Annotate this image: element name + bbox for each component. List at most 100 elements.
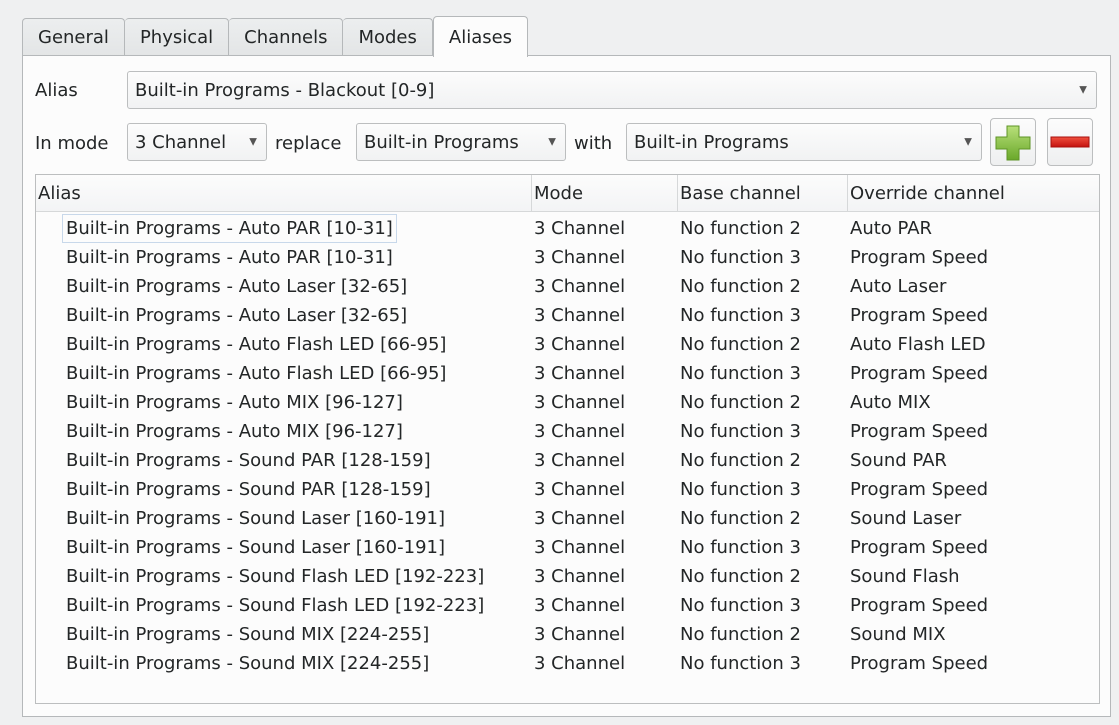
alias-cell-text: Built-in Programs - Auto MIX [96-127] [66, 421, 403, 442]
base-channel-cell: No function 2 [678, 508, 848, 529]
mode-cell: 3 Channel [532, 305, 678, 326]
table-row[interactable]: Built-in Programs - Auto MIX [96-127] 3 C… [36, 388, 1099, 417]
override-channel-cell: Sound Laser [848, 508, 1099, 529]
override-channel-cell: Program Speed [848, 537, 1099, 558]
mode-cell-text: 3 Channel [534, 218, 626, 239]
table-row[interactable]: Built-in Programs - Auto Laser [32-65] 3 … [36, 301, 1099, 330]
alias-cell: Built-in Programs - Auto Flash LED [66-9… [36, 334, 532, 355]
base-channel-cell-text: No function 3 [680, 537, 801, 558]
table-body: Built-in Programs - Auto PAR [10-31] 3 Ch… [36, 212, 1099, 678]
chevron-down-icon: ▼ [1079, 84, 1087, 96]
override-channel-cell: Auto MIX [848, 392, 1099, 413]
column-header-mode[interactable]: Mode [532, 175, 678, 211]
base-channel-cell: No function 3 [678, 421, 848, 442]
alias-cell: Built-in Programs - Sound Flash LED [192… [36, 566, 532, 587]
table-row[interactable]: Built-in Programs - Sound Flash LED [192… [36, 591, 1099, 620]
table-row[interactable]: Built-in Programs - Sound Flash LED [192… [36, 562, 1099, 591]
mode-cell-text: 3 Channel [534, 537, 626, 558]
alias-cell-text: Built-in Programs - Sound Flash LED [192… [66, 566, 485, 587]
alias-cell: Built-in Programs - Auto MIX [96-127] [36, 392, 532, 413]
with-select-value: Built-in Programs [634, 131, 789, 153]
remove-alias-button[interactable] [1047, 118, 1093, 166]
base-channel-cell-text: No function 2 [680, 334, 801, 355]
table-row[interactable]: Built-in Programs - Sound Laser [160-191… [36, 504, 1099, 533]
base-channel-cell: No function 2 [678, 218, 848, 239]
mode-select[interactable]: 3 Channel ▼ [127, 123, 267, 161]
table-row[interactable]: Built-in Programs - Auto PAR [10-31] 3 Ch… [36, 214, 1099, 243]
override-channel-cell: Program Speed [848, 305, 1099, 326]
mode-cell-text: 3 Channel [534, 305, 626, 326]
column-header-override-channel[interactable]: Override channel [848, 175, 1099, 211]
with-select[interactable]: Built-in Programs ▼ [626, 123, 982, 161]
override-channel-cell: Program Speed [848, 653, 1099, 674]
alias-cell-text: Built-in Programs - Auto Flash LED [66-9… [66, 363, 447, 384]
alias-cell-text: Built-in Programs - Auto Laser [32-65] [66, 305, 408, 326]
override-channel-cell-text: Program Speed [850, 363, 989, 384]
table-row[interactable]: Built-in Programs - Sound PAR [128-159] 3… [36, 475, 1099, 504]
override-channel-cell-text: Program Speed [850, 479, 989, 500]
override-channel-cell-text: Sound MIX [850, 624, 946, 645]
tab-physical[interactable]: Physical [124, 18, 230, 56]
alias-cell: Built-in Programs - Sound MIX [224-255] [36, 624, 532, 645]
override-channel-cell: Program Speed [848, 421, 1099, 442]
replace-select[interactable]: Built-in Programs ▼ [356, 123, 566, 161]
base-channel-cell-text: No function 3 [680, 479, 801, 500]
mode-cell-text: 3 Channel [534, 450, 626, 471]
alias-cell-text: Built-in Programs - Sound PAR [128-159] [66, 450, 431, 471]
base-channel-cell-text: No function 3 [680, 363, 801, 384]
tab-aliases[interactable]: Aliases [432, 16, 529, 57]
tab-general[interactable]: General [22, 18, 125, 56]
minus-icon [1050, 136, 1090, 148]
base-channel-cell: No function 2 [678, 624, 848, 645]
table-row[interactable]: Built-in Programs - Sound MIX [224-255] 3… [36, 649, 1099, 678]
alias-cell-text: Built-in Programs - Auto MIX [96-127] [66, 392, 403, 413]
mode-cell: 3 Channel [532, 566, 678, 587]
column-header-base-channel[interactable]: Base channel [678, 175, 848, 211]
mode-cell: 3 Channel [532, 421, 678, 442]
mode-cell-text: 3 Channel [534, 566, 626, 587]
alias-cell: Built-in Programs - Sound Laser [160-191… [36, 537, 532, 558]
base-channel-cell: No function 3 [678, 363, 848, 384]
mode-cell: 3 Channel [532, 595, 678, 616]
mode-cell: 3 Channel [532, 218, 678, 239]
override-channel-cell-text: Program Speed [850, 537, 989, 558]
aliases-table[interactable]: Alias Mode Base channel Override channel… [35, 174, 1100, 704]
alias-select-value: Built-in Programs - Blackout [0-9] [135, 79, 435, 101]
table-row[interactable]: Built-in Programs - Auto MIX [96-127] 3 C… [36, 417, 1099, 446]
tab-modes[interactable]: Modes [343, 18, 433, 56]
mode-cell: 3 Channel [532, 508, 678, 529]
override-channel-cell: Program Speed [848, 595, 1099, 616]
alias-cell-text: Built-in Programs - Sound Flash LED [192… [66, 595, 485, 616]
base-channel-cell: No function 2 [678, 566, 848, 587]
mode-select-value: 3 Channel [135, 131, 227, 153]
tab-bar: General Physical Channels Modes Aliases [22, 16, 529, 57]
override-channel-cell-text: Auto PAR [850, 218, 933, 239]
column-header-alias[interactable]: Alias [36, 175, 532, 211]
mode-cell-text: 3 Channel [534, 479, 626, 500]
mode-cell-text: 3 Channel [534, 624, 626, 645]
table-row[interactable]: Built-in Programs - Auto Laser [32-65] 3 … [36, 272, 1099, 301]
mode-cell: 3 Channel [532, 653, 678, 674]
alias-cell-text: Built-in Programs - Sound PAR [128-159] [66, 479, 431, 500]
alias-select[interactable]: Built-in Programs - Blackout [0-9] ▼ [127, 71, 1097, 109]
with-label: with [574, 133, 613, 154]
table-row[interactable]: Built-in Programs - Sound Laser [160-191… [36, 533, 1099, 562]
tab-channels[interactable]: Channels [229, 18, 344, 56]
base-channel-cell-text: No function 2 [680, 508, 801, 529]
table-row[interactable]: Built-in Programs - Auto Flash LED [66-9… [36, 330, 1099, 359]
table-row[interactable]: Built-in Programs - Sound MIX [224-255] 3… [36, 620, 1099, 649]
add-alias-button[interactable] [990, 118, 1036, 166]
override-channel-cell: Auto PAR [848, 218, 1099, 239]
base-channel-cell-text: No function 2 [680, 392, 801, 413]
alias-label: Alias [35, 80, 78, 101]
alias-cell: Built-in Programs - Sound Laser [160-191… [36, 508, 532, 529]
mode-cell-text: 3 Channel [534, 421, 626, 442]
alias-cell: Built-in Programs - Auto PAR [10-31] [36, 214, 532, 243]
table-row[interactable]: Built-in Programs - Sound PAR [128-159] 3… [36, 446, 1099, 475]
plus-icon [995, 125, 1031, 161]
base-channel-cell: No function 2 [678, 276, 848, 297]
table-row[interactable]: Built-in Programs - Auto PAR [10-31] 3 Ch… [36, 243, 1099, 272]
base-channel-cell: No function 3 [678, 595, 848, 616]
override-channel-cell-text: Auto Laser [850, 276, 947, 297]
table-row[interactable]: Built-in Programs - Auto Flash LED [66-9… [36, 359, 1099, 388]
